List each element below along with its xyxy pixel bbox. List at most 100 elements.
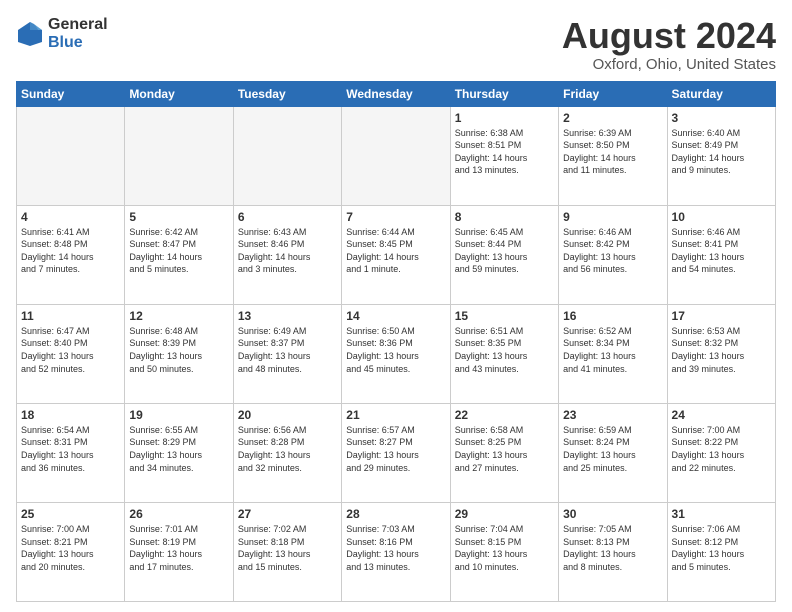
table-row bbox=[342, 106, 450, 205]
day-number: 2 bbox=[563, 111, 662, 125]
day-number: 14 bbox=[346, 309, 445, 323]
day-number: 9 bbox=[563, 210, 662, 224]
logo-text: General Blue bbox=[48, 16, 108, 51]
day-info: Sunrise: 6:38 AM Sunset: 8:51 PM Dayligh… bbox=[455, 127, 554, 177]
day-number: 7 bbox=[346, 210, 445, 224]
table-row: 13 Sunrise: 6:49 AM Sunset: 8:37 PM Dayli… bbox=[233, 304, 341, 403]
calendar-week-row: 1 Sunrise: 6:38 AM Sunset: 8:51 PM Daylig… bbox=[17, 106, 776, 205]
table-row: 8 Sunrise: 6:45 AM Sunset: 8:44 PM Daylig… bbox=[450, 205, 558, 304]
table-row: 27 Sunrise: 7:02 AM Sunset: 8:18 PM Dayli… bbox=[233, 502, 341, 601]
day-info: Sunrise: 7:00 AM Sunset: 8:22 PM Dayligh… bbox=[672, 424, 771, 474]
calendar-week-row: 4 Sunrise: 6:41 AM Sunset: 8:48 PM Daylig… bbox=[17, 205, 776, 304]
day-info: Sunrise: 6:46 AM Sunset: 8:41 PM Dayligh… bbox=[672, 226, 771, 276]
day-number: 19 bbox=[129, 408, 228, 422]
day-info: Sunrise: 6:48 AM Sunset: 8:39 PM Dayligh… bbox=[129, 325, 228, 375]
day-number: 4 bbox=[21, 210, 120, 224]
day-number: 17 bbox=[672, 309, 771, 323]
table-row: 29 Sunrise: 7:04 AM Sunset: 8:15 PM Dayli… bbox=[450, 502, 558, 601]
title-month: August 2024 bbox=[562, 16, 776, 56]
day-number: 18 bbox=[21, 408, 120, 422]
col-friday: Friday bbox=[559, 81, 667, 106]
table-row: 24 Sunrise: 7:00 AM Sunset: 8:22 PM Dayli… bbox=[667, 403, 775, 502]
table-row: 21 Sunrise: 6:57 AM Sunset: 8:27 PM Dayli… bbox=[342, 403, 450, 502]
day-info: Sunrise: 6:55 AM Sunset: 8:29 PM Dayligh… bbox=[129, 424, 228, 474]
day-info: Sunrise: 6:49 AM Sunset: 8:37 PM Dayligh… bbox=[238, 325, 337, 375]
table-row: 23 Sunrise: 6:59 AM Sunset: 8:24 PM Dayli… bbox=[559, 403, 667, 502]
day-number: 31 bbox=[672, 507, 771, 521]
day-number: 8 bbox=[455, 210, 554, 224]
day-info: Sunrise: 6:45 AM Sunset: 8:44 PM Dayligh… bbox=[455, 226, 554, 276]
calendar-week-row: 18 Sunrise: 6:54 AM Sunset: 8:31 PM Dayli… bbox=[17, 403, 776, 502]
day-info: Sunrise: 7:01 AM Sunset: 8:19 PM Dayligh… bbox=[129, 523, 228, 573]
day-info: Sunrise: 6:42 AM Sunset: 8:47 PM Dayligh… bbox=[129, 226, 228, 276]
day-number: 22 bbox=[455, 408, 554, 422]
day-number: 28 bbox=[346, 507, 445, 521]
day-info: Sunrise: 7:03 AM Sunset: 8:16 PM Dayligh… bbox=[346, 523, 445, 573]
page: General Blue August 2024 Oxford, Ohio, U… bbox=[0, 0, 792, 612]
day-info: Sunrise: 6:53 AM Sunset: 8:32 PM Dayligh… bbox=[672, 325, 771, 375]
table-row: 15 Sunrise: 6:51 AM Sunset: 8:35 PM Dayli… bbox=[450, 304, 558, 403]
day-number: 21 bbox=[346, 408, 445, 422]
day-number: 10 bbox=[672, 210, 771, 224]
day-number: 30 bbox=[563, 507, 662, 521]
day-info: Sunrise: 7:00 AM Sunset: 8:21 PM Dayligh… bbox=[21, 523, 120, 573]
day-info: Sunrise: 6:58 AM Sunset: 8:25 PM Dayligh… bbox=[455, 424, 554, 474]
day-info: Sunrise: 6:56 AM Sunset: 8:28 PM Dayligh… bbox=[238, 424, 337, 474]
col-wednesday: Wednesday bbox=[342, 81, 450, 106]
table-row: 5 Sunrise: 6:42 AM Sunset: 8:47 PM Daylig… bbox=[125, 205, 233, 304]
logo: General Blue bbox=[16, 16, 108, 51]
day-info: Sunrise: 6:39 AM Sunset: 8:50 PM Dayligh… bbox=[563, 127, 662, 177]
col-sunday: Sunday bbox=[17, 81, 125, 106]
day-info: Sunrise: 6:44 AM Sunset: 8:45 PM Dayligh… bbox=[346, 226, 445, 276]
day-info: Sunrise: 7:02 AM Sunset: 8:18 PM Dayligh… bbox=[238, 523, 337, 573]
col-tuesday: Tuesday bbox=[233, 81, 341, 106]
day-number: 12 bbox=[129, 309, 228, 323]
calendar-week-row: 25Sunrise: 7:00 AM Sunset: 8:21 PM Dayli… bbox=[17, 502, 776, 601]
day-number: 20 bbox=[238, 408, 337, 422]
day-info: Sunrise: 7:04 AM Sunset: 8:15 PM Dayligh… bbox=[455, 523, 554, 573]
day-number: 1 bbox=[455, 111, 554, 125]
day-info: Sunrise: 7:06 AM Sunset: 8:12 PM Dayligh… bbox=[672, 523, 771, 573]
logo-icon bbox=[16, 20, 44, 48]
day-info: Sunrise: 6:41 AM Sunset: 8:48 PM Dayligh… bbox=[21, 226, 120, 276]
day-number: 29 bbox=[455, 507, 554, 521]
table-row: 4 Sunrise: 6:41 AM Sunset: 8:48 PM Daylig… bbox=[17, 205, 125, 304]
calendar-header-row: Sunday Monday Tuesday Wednesday Thursday… bbox=[17, 81, 776, 106]
day-number: 15 bbox=[455, 309, 554, 323]
day-number: 5 bbox=[129, 210, 228, 224]
table-row: 2 Sunrise: 6:39 AM Sunset: 8:50 PM Daylig… bbox=[559, 106, 667, 205]
day-info: Sunrise: 6:40 AM Sunset: 8:49 PM Dayligh… bbox=[672, 127, 771, 177]
day-info: Sunrise: 6:59 AM Sunset: 8:24 PM Dayligh… bbox=[563, 424, 662, 474]
table-row: 28 Sunrise: 7:03 AM Sunset: 8:16 PM Dayli… bbox=[342, 502, 450, 601]
table-row: 12 Sunrise: 6:48 AM Sunset: 8:39 PM Dayli… bbox=[125, 304, 233, 403]
day-number: 23 bbox=[563, 408, 662, 422]
table-row: 10 Sunrise: 6:46 AM Sunset: 8:41 PM Dayli… bbox=[667, 205, 775, 304]
calendar-week-row: 11Sunrise: 6:47 AM Sunset: 8:40 PM Dayli… bbox=[17, 304, 776, 403]
day-number: 24 bbox=[672, 408, 771, 422]
day-info: Sunrise: 6:51 AM Sunset: 8:35 PM Dayligh… bbox=[455, 325, 554, 375]
day-info: Sunrise: 6:52 AM Sunset: 8:34 PM Dayligh… bbox=[563, 325, 662, 375]
calendar-table: Sunday Monday Tuesday Wednesday Thursday… bbox=[16, 81, 776, 602]
table-row: 9 Sunrise: 6:46 AM Sunset: 8:42 PM Daylig… bbox=[559, 205, 667, 304]
table-row: 14 Sunrise: 6:50 AM Sunset: 8:36 PM Dayli… bbox=[342, 304, 450, 403]
table-row bbox=[233, 106, 341, 205]
day-number: 16 bbox=[563, 309, 662, 323]
col-thursday: Thursday bbox=[450, 81, 558, 106]
title-block: August 2024 Oxford, Ohio, United States bbox=[562, 16, 776, 73]
day-number: 13 bbox=[238, 309, 337, 323]
day-info: Sunrise: 6:46 AM Sunset: 8:42 PM Dayligh… bbox=[563, 226, 662, 276]
day-info: Sunrise: 6:54 AM Sunset: 8:31 PM Dayligh… bbox=[21, 424, 120, 474]
table-row: 30Sunrise: 7:05 AM Sunset: 8:13 PM Dayli… bbox=[559, 502, 667, 601]
col-saturday: Saturday bbox=[667, 81, 775, 106]
table-row: 1 Sunrise: 6:38 AM Sunset: 8:51 PM Daylig… bbox=[450, 106, 558, 205]
day-info: Sunrise: 6:57 AM Sunset: 8:27 PM Dayligh… bbox=[346, 424, 445, 474]
header: General Blue August 2024 Oxford, Ohio, U… bbox=[16, 16, 776, 73]
table-row bbox=[17, 106, 125, 205]
day-info: Sunrise: 6:47 AM Sunset: 8:40 PM Dayligh… bbox=[21, 325, 120, 375]
table-row: 11Sunrise: 6:47 AM Sunset: 8:40 PM Dayli… bbox=[17, 304, 125, 403]
day-number: 27 bbox=[238, 507, 337, 521]
table-row: 16 Sunrise: 6:52 AM Sunset: 8:34 PM Dayli… bbox=[559, 304, 667, 403]
day-info: Sunrise: 6:43 AM Sunset: 8:46 PM Dayligh… bbox=[238, 226, 337, 276]
day-info: Sunrise: 6:50 AM Sunset: 8:36 PM Dayligh… bbox=[346, 325, 445, 375]
table-row: 25Sunrise: 7:00 AM Sunset: 8:21 PM Dayli… bbox=[17, 502, 125, 601]
